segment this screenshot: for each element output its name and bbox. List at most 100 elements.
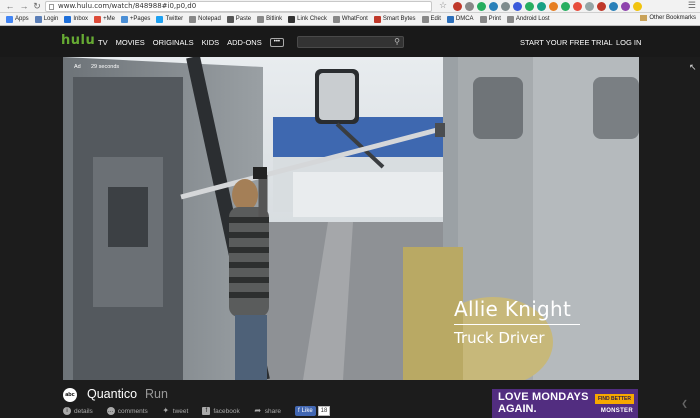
bookmark-favicon-icon [373, 15, 381, 23]
extension-icon[interactable] [549, 2, 558, 11]
extension-icon[interactable] [501, 2, 510, 11]
bookmark-favicon-icon [288, 15, 296, 23]
bookmark-item[interactable]: Link Check [288, 15, 327, 23]
search-icon[interactable]: ⚲ [394, 37, 400, 46]
extension-icon[interactable] [561, 2, 570, 11]
bookmark-favicon-icon [189, 15, 197, 23]
extension-icon[interactable] [609, 2, 618, 11]
browser-menu-icon[interactable]: ☰ [688, 0, 696, 11]
extension-icon[interactable] [465, 2, 474, 11]
bookmarks-bar: Apps Login Inbox +Me +Pages Twitter Notepad Pas… [0, 13, 700, 26]
extension-icon[interactable] [585, 2, 594, 11]
bookmark-label: Smart Bytes [382, 16, 416, 22]
nav-kids[interactable]: KIDS [202, 38, 220, 47]
back-icon[interactable]: ← [4, 0, 16, 12]
bookmark-favicon-icon [226, 15, 234, 23]
other-bookmarks[interactable]: Other Bookmarks [640, 15, 696, 21]
extension-icon[interactable] [525, 2, 534, 11]
ad-headline-line2: AGAIN. [498, 403, 537, 415]
network-logo: abc [63, 388, 77, 402]
bookmark-item[interactable]: Bitlink [257, 15, 283, 23]
caption-name: Allie Knight [454, 297, 572, 321]
like-count: 18 [317, 406, 331, 416]
ad-cta-button[interactable]: FIND BETTER [594, 394, 634, 404]
caption-role: Truck Driver [454, 329, 545, 347]
extension-icon[interactable] [597, 2, 606, 11]
hulu-logo[interactable]: hulu [61, 33, 95, 48]
bookmark-item[interactable]: +Me [94, 15, 115, 23]
bookmark-item[interactable]: WhatFont [332, 15, 368, 23]
bookmark-label: Paste [235, 16, 252, 22]
bookmark-favicon-icon [34, 15, 42, 23]
bookmark-label: Bitlink [266, 16, 283, 22]
bookmark-item[interactable]: Login [34, 15, 59, 23]
comments-button[interactable]: … comments [106, 407, 148, 415]
bookmark-item[interactable]: Print [479, 15, 501, 23]
url-bar[interactable]: www.hulu.com/watch/848988#i0,p0,d0 [45, 1, 432, 12]
extension-icon[interactable] [621, 2, 630, 11]
bookmark-item[interactable]: Notepad [189, 15, 221, 23]
bookmark-favicon-icon [421, 15, 429, 23]
bookmark-item[interactable]: Smart Bytes [373, 15, 416, 23]
video-player[interactable]: Ad 29 seconds Allie Knight Truck Driver [63, 57, 639, 380]
bookmark-favicon-icon [506, 15, 514, 23]
bookmark-star-icon[interactable]: ☆ [439, 0, 447, 11]
share-label: share [264, 407, 281, 415]
bookmark-favicon-icon [446, 15, 454, 23]
ad-banner[interactable]: LOVE MONDAYS AGAIN. FIND BETTER MONSTER [492, 389, 638, 418]
nav-tv[interactable]: TV [98, 38, 108, 47]
tweet-button[interactable]: ✦ tweet [162, 406, 189, 415]
facebook-like-button[interactable]: f Like [294, 406, 316, 416]
extension-icon[interactable] [573, 2, 582, 11]
extension-icon[interactable] [513, 2, 522, 11]
show-title[interactable]: Quantico [87, 387, 137, 401]
bookmark-label: Edit [430, 16, 441, 22]
more-button[interactable]: ••• [269, 38, 285, 47]
free-trial-link[interactable]: START YOUR FREE TRIAL [520, 38, 613, 47]
bookmark-item[interactable]: DMCA [446, 15, 474, 23]
bookmark-label: Apps [15, 16, 29, 22]
reload-icon[interactable]: ↻ [31, 0, 43, 12]
nav-movies[interactable]: MOVIES [116, 38, 145, 47]
ad-brand: MONSTER [600, 408, 633, 414]
nav-add-ons[interactable]: ADD-ONS [227, 38, 262, 47]
bookmark-label: Print [488, 16, 501, 22]
caption-divider [454, 324, 580, 325]
page-icon [49, 4, 54, 10]
nav-originals[interactable]: ORIGINALS [153, 38, 194, 47]
twitter-icon: ✦ [162, 406, 170, 415]
other-bookmarks-label: Other Bookmarks [649, 15, 696, 21]
bookmark-favicon-icon [479, 15, 487, 23]
bookmark-favicon-icon [6, 15, 13, 23]
details-label: details [74, 407, 93, 415]
bookmark-item[interactable]: Apps [6, 15, 29, 23]
ad-countdown: 29 seconds [91, 64, 120, 70]
tweet-label: tweet [172, 407, 189, 415]
extension-icons [453, 2, 642, 11]
forward-icon[interactable]: → [18, 0, 30, 12]
details-button[interactable]: i details [63, 407, 93, 415]
bookmark-item[interactable]: Paste [226, 15, 252, 23]
site-header: hulu TV MOVIES ORIGINALS KIDS ADD-ONS ••… [0, 27, 700, 57]
bookmark-label: Login [43, 16, 59, 22]
share-button[interactable]: ➦ share [254, 407, 281, 415]
extension-icon[interactable] [537, 2, 546, 11]
bookmark-favicon-icon [94, 15, 102, 23]
bookmark-item[interactable]: Edit [421, 15, 441, 23]
extension-icon[interactable] [633, 2, 642, 11]
comments-label: comments [117, 407, 148, 415]
thumbs-up-icon: f [297, 408, 300, 414]
extension-icon[interactable] [489, 2, 498, 11]
bookmark-item[interactable]: Twitter [156, 15, 183, 23]
extension-icon[interactable] [477, 2, 486, 11]
bookmark-item[interactable]: Android Lost [506, 15, 550, 23]
ad-headline-line1: LOVE MONDAYS [498, 391, 589, 403]
bookmark-item[interactable]: +Pages [120, 15, 150, 23]
login-link[interactable]: LOG IN [616, 38, 641, 47]
main-nav: TV MOVIES ORIGINALS KIDS ADD-ONS ••• [98, 38, 285, 47]
search-input[interactable]: ⚲ [297, 36, 404, 48]
bookmark-item[interactable]: Inbox [64, 15, 88, 23]
next-arrow-icon[interactable]: ❮ [681, 399, 688, 408]
facebook-button[interactable]: f facebook [202, 407, 240, 415]
extension-icon[interactable] [453, 2, 462, 11]
